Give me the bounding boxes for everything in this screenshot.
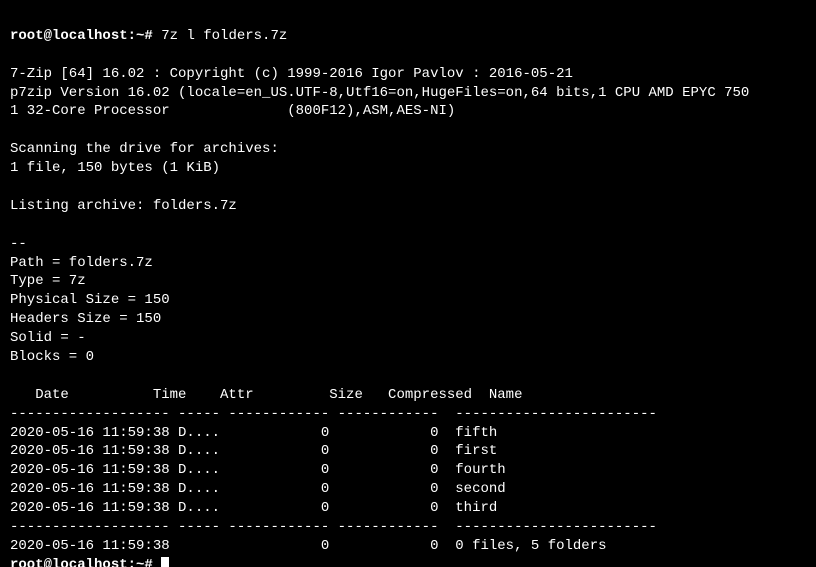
shell-prompt: root@localhost:~#	[10, 28, 161, 44]
meta-blocks: Blocks = 0	[10, 349, 94, 365]
scan-line: Scanning the drive for archives:	[10, 141, 279, 157]
table-row: 2020-05-16 11:59:38 D.... 0 0 first	[10, 443, 497, 459]
scan-line: 1 file, 150 bytes (1 KiB)	[10, 160, 220, 176]
table-header: Date Time Attr Size Compressed Name	[10, 387, 522, 403]
table-rule: ------------------- ----- ------------ -…	[10, 406, 657, 422]
table-summary: 2020-05-16 11:59:38 0 0 0 files, 5 folde…	[10, 538, 607, 554]
meta-physical-size: Physical Size = 150	[10, 292, 170, 308]
command-text: 7z l folders.7z	[161, 28, 287, 44]
table-row: 2020-05-16 11:59:38 D.... 0 0 second	[10, 481, 506, 497]
cursor-icon	[161, 557, 169, 567]
separator: --	[10, 236, 27, 252]
banner-line: 7-Zip [64] 16.02 : Copyright (c) 1999-20…	[10, 66, 573, 82]
shell-prompt: root@localhost:~#	[10, 557, 161, 567]
table-row: 2020-05-16 11:59:38 D.... 0 0 fourth	[10, 462, 506, 478]
meta-headers-size: Headers Size = 150	[10, 311, 161, 327]
listing-line: Listing archive: folders.7z	[10, 198, 237, 214]
meta-path: Path = folders.7z	[10, 255, 153, 271]
table-rule: ------------------- ----- ------------ -…	[10, 519, 657, 535]
banner-line: 1 32-Core Processor (800F12),ASM,AES-NI)	[10, 103, 455, 119]
banner-line: p7zip Version 16.02 (locale=en_US.UTF-8,…	[10, 85, 749, 101]
meta-type: Type = 7z	[10, 273, 86, 289]
terminal-output: root@localhost:~# 7z l folders.7z 7-Zip …	[0, 0, 816, 567]
table-row: 2020-05-16 11:59:38 D.... 0 0 third	[10, 500, 497, 516]
meta-solid: Solid = -	[10, 330, 86, 346]
table-row: 2020-05-16 11:59:38 D.... 0 0 fifth	[10, 425, 497, 441]
